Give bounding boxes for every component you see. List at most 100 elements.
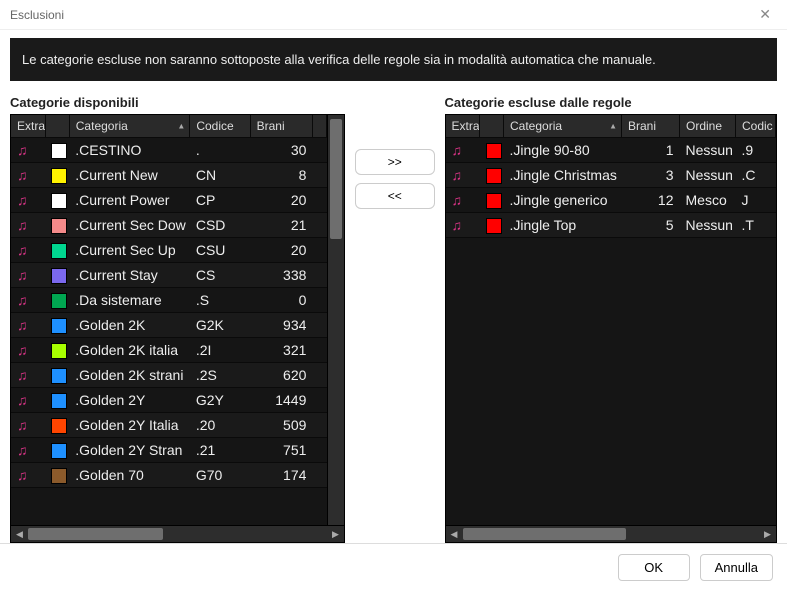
move-right-button[interactable]: >> xyxy=(355,149,435,175)
table-row[interactable]: ♫.Golden 2K strani.2S620 xyxy=(11,363,327,388)
scroll-left-icon[interactable]: ◀ xyxy=(11,526,28,542)
cell-extra xyxy=(312,238,326,263)
table-row[interactable]: ♫.Golden 2KG2K934 xyxy=(11,313,327,338)
cell-brani: 12 xyxy=(622,188,680,213)
table-row[interactable]: ♫.Golden 2K italia.2I321 xyxy=(11,338,327,363)
table-row[interactable]: ♫.Current StayCS338 xyxy=(11,263,327,288)
col-codice[interactable]: Codice xyxy=(190,115,250,138)
table-row[interactable]: ♫.Current NewCN8 xyxy=(11,163,327,188)
cell-codice: G70 xyxy=(190,463,250,488)
vertical-scrollbar-thumb[interactable] xyxy=(330,119,342,239)
cell-extra xyxy=(312,263,326,288)
table-row[interactable]: ♫.Jingle Top5Nessun.T xyxy=(446,213,776,238)
color-swatch xyxy=(480,138,504,163)
cell-categoria: .Jingle Christmas xyxy=(504,163,622,188)
excluded-header-row[interactable]: Extra Categoria▲ Brani Ordine Codic xyxy=(446,115,776,138)
cell-brani: 338 xyxy=(250,263,312,288)
sort-asc-icon: ▲ xyxy=(177,122,185,131)
vertical-scrollbar[interactable] xyxy=(327,115,344,525)
available-header-row[interactable]: Extra Categoria▲ Codice Brani xyxy=(11,115,327,138)
music-icon: ♫ xyxy=(11,388,45,413)
cell-ordine: Nessun xyxy=(680,163,736,188)
cell-brani: 1 xyxy=(622,138,680,163)
cell-extra xyxy=(312,463,326,488)
table-row[interactable]: ♫.Golden 70G70174 xyxy=(11,463,327,488)
cell-codice: .9 xyxy=(736,138,776,163)
info-text: Le categorie escluse non saranno sottopo… xyxy=(22,52,656,67)
col-color[interactable] xyxy=(45,115,69,138)
horizontal-scrollbar[interactable]: ◀ ▶ xyxy=(446,525,777,542)
color-swatch xyxy=(45,388,69,413)
table-row[interactable]: ♫.Current Sec DowCSD21 xyxy=(11,213,327,238)
table-row[interactable]: ♫.CESTINO.30 xyxy=(11,138,327,163)
col-brani[interactable]: Brani xyxy=(622,115,680,138)
color-swatch xyxy=(45,463,69,488)
table-row[interactable]: ♫.Golden 2Y Stran.21751 xyxy=(11,438,327,463)
col-extra[interactable]: Extra xyxy=(446,115,480,138)
cell-categoria: .Jingle Top xyxy=(504,213,622,238)
horizontal-scrollbar[interactable]: ◀ ▶ xyxy=(11,525,344,542)
cell-ordine: Nessun xyxy=(680,213,736,238)
cell-codice: G2K xyxy=(190,313,250,338)
color-swatch xyxy=(45,438,69,463)
scroll-right-icon[interactable]: ▶ xyxy=(327,526,344,542)
cancel-button[interactable]: Annulla xyxy=(700,554,773,581)
dialog-footer: OK Annulla xyxy=(0,543,787,591)
cell-categoria: .Da sistemare xyxy=(69,288,190,313)
excluded-grid[interactable]: Extra Categoria▲ Brani Ordine Codic ♫.Ji… xyxy=(445,114,778,543)
cell-codice: .2I xyxy=(190,338,250,363)
cell-brani: 3 xyxy=(622,163,680,188)
cell-categoria: .Golden 2Y xyxy=(69,388,190,413)
cell-extra xyxy=(312,338,326,363)
color-swatch xyxy=(45,163,69,188)
table-row[interactable]: ♫.Current PowerCP20 xyxy=(11,188,327,213)
col-ordine[interactable]: Ordine xyxy=(680,115,736,138)
cell-brani: 1449 xyxy=(250,388,312,413)
color-swatch xyxy=(45,338,69,363)
cell-categoria: .Current Sec Up xyxy=(69,238,190,263)
table-row[interactable]: ♫.Jingle Christmas3Nessun.C xyxy=(446,163,776,188)
titlebar: Esclusioni ✕ xyxy=(0,0,787,30)
scroll-left-icon[interactable]: ◀ xyxy=(446,526,463,542)
horizontal-scrollbar-thumb[interactable] xyxy=(463,528,626,540)
col-codice[interactable]: Codic xyxy=(736,115,776,138)
color-swatch xyxy=(45,313,69,338)
scroll-right-icon[interactable]: ▶ xyxy=(759,526,776,542)
cell-codice: CN xyxy=(190,163,250,188)
cell-codice: .S xyxy=(190,288,250,313)
table-row[interactable]: ♫.Golden 2Y Italia.20509 xyxy=(11,413,327,438)
music-icon: ♫ xyxy=(11,413,45,438)
cell-codice: G2Y xyxy=(190,388,250,413)
cell-categoria: .Golden 70 xyxy=(69,463,190,488)
cell-extra xyxy=(312,163,326,188)
cell-ordine: Mesco xyxy=(680,188,736,213)
ok-button[interactable]: OK xyxy=(618,554,690,581)
cell-categoria: .Jingle generico xyxy=(504,188,622,213)
col-color[interactable] xyxy=(480,115,504,138)
col-categoria[interactable]: Categoria▲ xyxy=(69,115,190,138)
cell-categoria: .Golden 2K italia xyxy=(69,338,190,363)
col-brani[interactable]: Brani xyxy=(250,115,312,138)
cell-codice: J xyxy=(736,188,776,213)
cell-codice: CSD xyxy=(190,213,250,238)
cell-brani: 751 xyxy=(250,438,312,463)
move-left-button[interactable]: << xyxy=(355,183,435,209)
close-icon[interactable]: ✕ xyxy=(753,4,777,25)
cell-brani: 934 xyxy=(250,313,312,338)
table-row[interactable]: ♫.Jingle generico12MescoJ xyxy=(446,188,776,213)
available-title: Categorie disponibili xyxy=(10,89,345,114)
table-row[interactable]: ♫.Current Sec UpCSU20 xyxy=(11,238,327,263)
cell-brani: 20 xyxy=(250,188,312,213)
col-extra2[interactable] xyxy=(312,115,326,138)
col-categoria[interactable]: Categoria▲ xyxy=(504,115,622,138)
color-swatch xyxy=(45,238,69,263)
cell-extra xyxy=(312,188,326,213)
col-extra[interactable]: Extra xyxy=(11,115,45,138)
available-grid[interactable]: Extra Categoria▲ Codice Brani ♫.CESTINO.… xyxy=(10,114,345,543)
table-row[interactable]: ♫ .Golden 2YG2Y1449 xyxy=(11,388,327,413)
cell-categoria: .Jingle 90-80 xyxy=(504,138,622,163)
color-swatch xyxy=(45,288,69,313)
table-row[interactable]: ♫.Da sistemare.S0 xyxy=(11,288,327,313)
table-row[interactable]: ♫.Jingle 90-801Nessun.9 xyxy=(446,138,776,163)
horizontal-scrollbar-thumb[interactable] xyxy=(28,528,163,540)
